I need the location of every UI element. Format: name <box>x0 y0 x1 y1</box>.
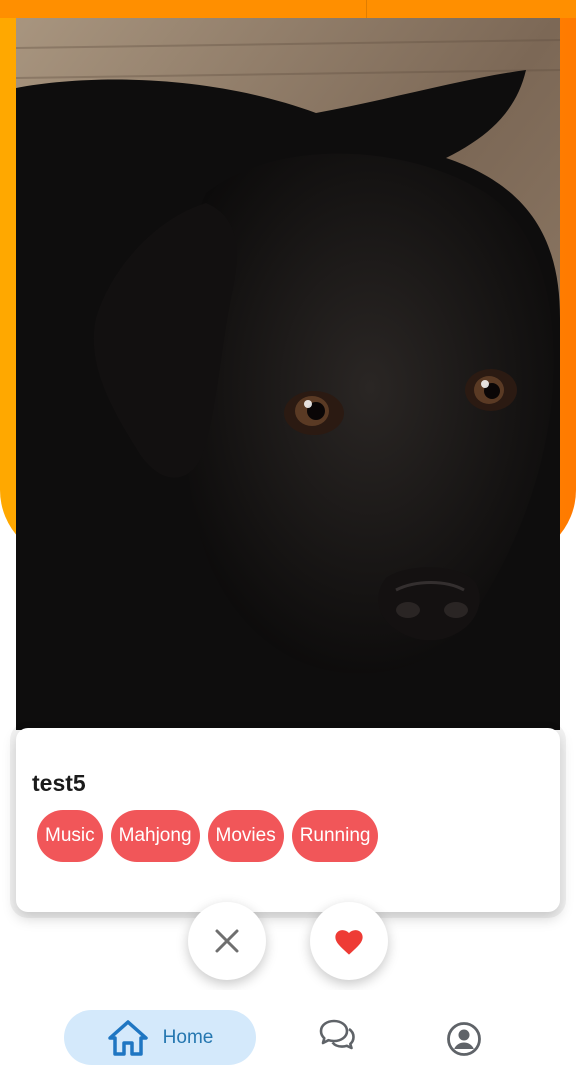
top-bar <box>0 0 576 18</box>
interest-tags: Music Mahjong Movies Running <box>37 810 379 862</box>
puppy-image <box>16 18 560 730</box>
close-icon <box>215 929 239 953</box>
heart-icon <box>335 930 363 955</box>
nav-home[interactable]: Home <box>64 1010 256 1065</box>
interest-tag: Movies <box>207 810 284 862</box>
chat-bubbles-icon <box>319 1019 355 1050</box>
home-icon <box>107 1019 148 1056</box>
bottom-navigation: Home <box>0 990 576 1070</box>
interest-tag: Mahjong <box>110 810 200 862</box>
profile-name: test5 <box>32 770 86 796</box>
account-circle-icon <box>447 1022 481 1056</box>
profile-photo[interactable] <box>16 18 560 730</box>
dislike-button[interactable] <box>188 902 266 980</box>
interest-tag: Running <box>291 810 379 862</box>
nav-chat[interactable] <box>318 1018 356 1055</box>
like-button[interactable] <box>310 902 388 980</box>
nav-home-label: Home <box>162 1026 214 1048</box>
profile-info-card: test5 Music Mahjong Movies Running <box>16 728 560 912</box>
nav-profile[interactable] <box>446 1021 482 1062</box>
interest-tag: Music <box>37 810 103 862</box>
